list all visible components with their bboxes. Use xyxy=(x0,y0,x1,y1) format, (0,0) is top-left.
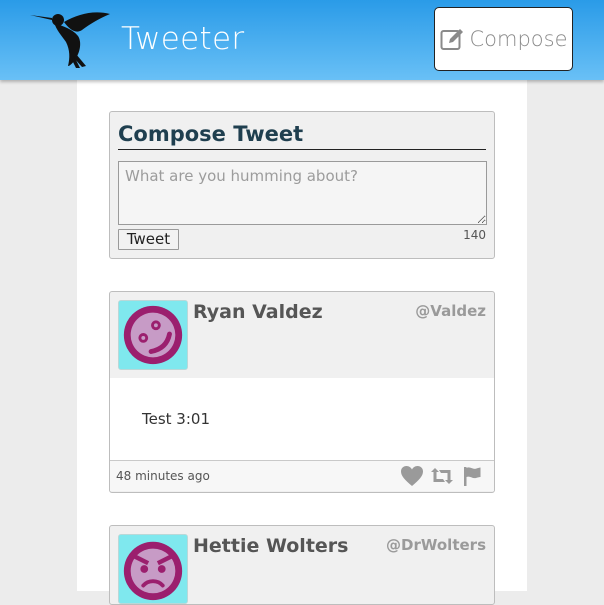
tweet-author-name[interactable]: Ryan Valdez xyxy=(193,301,323,323)
tweet-timestamp: 48 minutes ago xyxy=(116,469,210,483)
tweet-actions xyxy=(400,465,484,487)
character-counter: 140 xyxy=(463,228,486,242)
tweet-text: Test 3:01 xyxy=(142,410,210,428)
avatar[interactable] xyxy=(118,300,188,370)
compose-button[interactable]: Compose xyxy=(434,7,573,71)
flag-icon[interactable] xyxy=(460,465,484,487)
compose-title: Compose Tweet xyxy=(118,120,486,150)
tweet-card: Hettie Wolters @DrWolters xyxy=(109,525,495,605)
tweet-header: Hettie Wolters @DrWolters xyxy=(110,526,494,604)
tweet-author-handle[interactable]: @DrWolters xyxy=(386,536,486,554)
compose-panel: Compose Tweet Tweet 140 xyxy=(109,111,495,259)
tweet-card: Ryan Valdez @Valdez Test 3:01 48 minutes… xyxy=(109,291,495,493)
tweet-author-handle[interactable]: @Valdez xyxy=(415,302,486,320)
app-title[interactable]: Tweeter xyxy=(121,20,244,58)
tweet-author-name[interactable]: Hettie Wolters xyxy=(193,535,348,557)
smiley-avatar-icon xyxy=(119,301,187,369)
tweet-body: Test 3:01 xyxy=(110,378,494,461)
pencil-square-icon xyxy=(440,29,464,50)
app-header: Tweeter Compose xyxy=(0,0,604,80)
heart-icon[interactable] xyxy=(400,465,424,487)
retweet-icon[interactable] xyxy=(430,465,454,487)
tweet-button[interactable]: Tweet xyxy=(118,229,179,250)
tweet-header: Ryan Valdez @Valdez xyxy=(110,292,494,378)
avatar[interactable] xyxy=(118,534,188,604)
compose-button-label: Compose xyxy=(469,27,568,51)
tweet-footer: 48 minutes ago xyxy=(110,461,494,491)
angry-avatar-icon xyxy=(119,535,187,603)
tweet-textarea[interactable] xyxy=(118,161,487,225)
hummingbird-icon[interactable] xyxy=(28,6,114,68)
